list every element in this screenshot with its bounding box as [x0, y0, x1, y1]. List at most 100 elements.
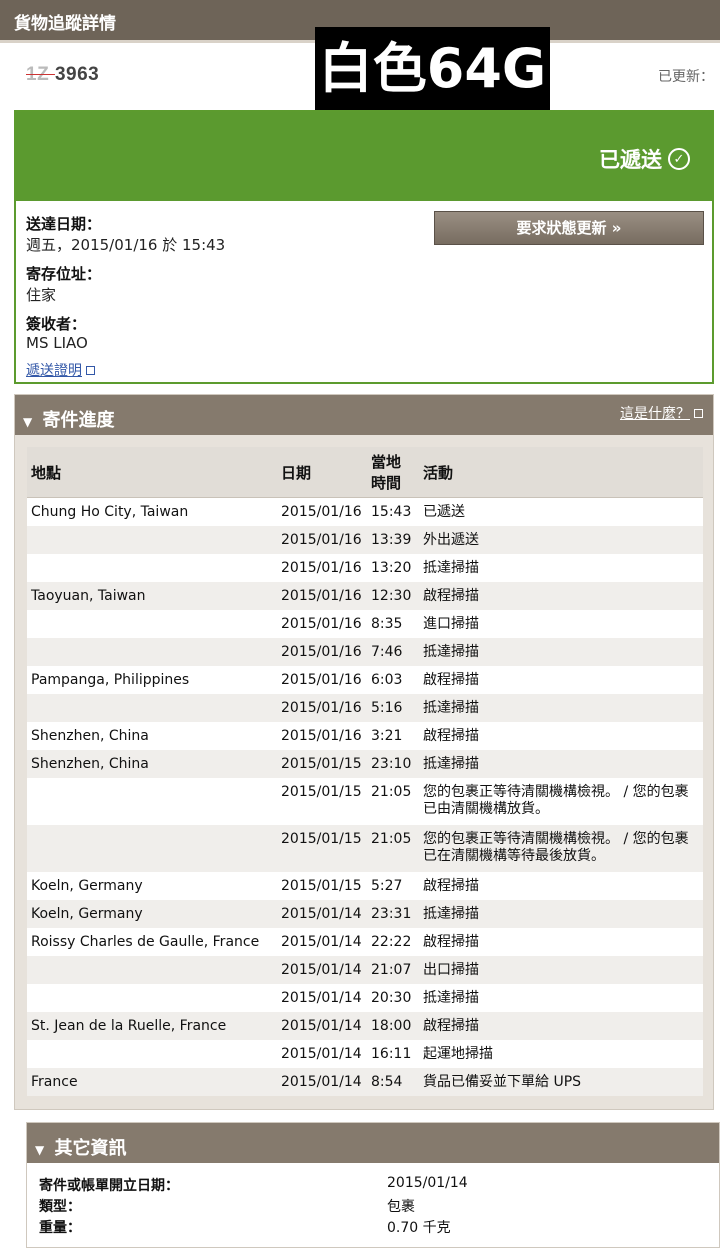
cell-activity: 啟程掃描	[423, 877, 479, 894]
external-window-icon	[86, 365, 95, 375]
table-row: 2015/01/16 8:35 進口掃描	[27, 610, 703, 638]
cell-time: 7:46	[367, 637, 419, 666]
table-row: Shenzhen, China 2015/01/15 23:10 抵達掃描	[27, 749, 703, 778]
cell-date: 2015/01/15	[281, 877, 362, 894]
info-label: 重量：	[39, 1220, 81, 1236]
cell-time: 16:11	[371, 1045, 412, 1062]
cell-location: Chung Ho City, Taiwan	[31, 504, 189, 520]
delivery-status: 已遞送 ✓	[599, 144, 690, 174]
info-label: 類型：	[39, 1199, 81, 1215]
cell-activity: 啟程掃描	[423, 671, 479, 688]
cell-activity: 貨品已備妥並下單給 UPS	[419, 1067, 703, 1096]
status-banner: 已遞送 ✓	[16, 112, 712, 201]
cell-time: 6:03	[371, 671, 403, 688]
overlay-caption: 白色64G	[315, 27, 550, 111]
shipment-progress-title: 寄件進度	[42, 410, 115, 431]
cell-time: 12:30	[367, 581, 419, 610]
table-header-row: 地點 日期 當地時間 活動	[27, 447, 703, 498]
cell-activity: 起運地掃描	[423, 1045, 493, 1062]
other-info-header[interactable]: ▼ 其它資訊	[27, 1123, 719, 1163]
left-at-value: 住家	[26, 286, 57, 304]
table-row: 2015/01/16 13:39 外出遞送	[27, 525, 703, 554]
table-row: Chung Ho City, Taiwan 2015/01/16 15:43 已遞送	[27, 498, 703, 526]
table-row: Koeln, Germany 2015/01/14 23:31 抵達掃描	[27, 899, 703, 928]
cell-time: 22:22	[371, 933, 412, 950]
table-row: 2015/01/16 13:20 抵達掃描	[27, 554, 703, 582]
cell-time: 15:43	[371, 504, 412, 520]
cell-date: 2015/01/16	[277, 637, 367, 666]
cell-date: 2015/01/16	[281, 559, 362, 576]
cell-time: 21:05	[367, 824, 419, 872]
cell-date: 2015/01/16	[277, 525, 367, 554]
tracking-events-table: 地點 日期 當地時間 活動 Chung Ho City, Taiwan 2015/…	[27, 447, 703, 1096]
table-row: 2015/01/15 21:05 您的包裹正等待清關機構檢視。 / 您的包裹已由清關…	[27, 778, 703, 825]
table-row: 2015/01/16 7:46 抵達掃描	[27, 637, 703, 666]
cell-location: Shenzhen, China	[31, 727, 149, 744]
table-row: Pampanga, Philippines 2015/01/16 6:03 啟程掃描	[27, 666, 703, 694]
cell-location	[27, 955, 277, 984]
cell-location	[27, 984, 277, 1012]
info-value: 0.70 千克	[387, 1220, 451, 1236]
table-row: France 2015/01/14 8:54 貨品已備妥並下單給 UPS	[27, 1067, 703, 1096]
cell-time: 20:30	[371, 989, 412, 1006]
column-local-time: 當地時間	[367, 447, 419, 498]
cell-date: 2015/01/16	[277, 581, 367, 610]
cell-date: 2015/01/14	[277, 955, 367, 984]
table-row: Roissy Charles de Gaulle, France 2015/01/…	[27, 928, 703, 956]
cell-activity: 已遞送	[423, 504, 465, 520]
cell-date: 2015/01/14	[277, 1067, 367, 1096]
info-row-weight: 重量： 0.70 千克	[39, 1217, 719, 1238]
left-at-label: 寄存位址：	[26, 265, 102, 283]
shipment-progress-header[interactable]: ▼ 寄件進度 這是什麼？	[15, 395, 713, 435]
cell-date: 2015/01/15	[281, 783, 362, 800]
cell-date: 2015/01/14	[277, 899, 367, 928]
cell-time: 13:20	[371, 559, 412, 576]
popup-icon	[694, 409, 703, 418]
cell-location	[27, 693, 277, 722]
cell-time: 18:00	[367, 1011, 419, 1040]
cell-location: Koeln, Germany	[27, 899, 277, 928]
info-row-ship-date: 寄件或帳單開立日期： 2015/01/14	[39, 1175, 719, 1196]
cell-time: 8:54	[367, 1067, 419, 1096]
cell-date: 2015/01/14	[281, 989, 362, 1006]
caret-down-icon: ▼	[35, 1143, 45, 1157]
cell-location	[27, 554, 277, 582]
cell-time: 5:27	[371, 877, 403, 894]
cell-activity: 您的包裹正等待清關機構檢視。 / 您的包裹已由清關機構放貨。	[423, 783, 689, 817]
table-row: St. Jean de la Ruelle, France 2015/01/14 1…	[27, 1011, 703, 1040]
cell-date: 2015/01/16	[281, 504, 362, 520]
status-details: 送達日期： 週五，2015/01/16 於 15:43 寄存位址： 住家 簽收者…	[16, 201, 712, 380]
tracking-number-masked: 1Z	[26, 64, 55, 85]
cell-date: 2015/01/15	[277, 824, 367, 872]
cell-activity: 抵達掃描	[419, 899, 703, 928]
check-circle-icon: ✓	[668, 148, 690, 170]
column-location: 地點	[27, 447, 277, 498]
table-row: Taoyuan, Taiwan 2015/01/16 12:30 啟程掃描	[27, 581, 703, 610]
delivery-status-card: 已遞送 ✓ 送達日期： 週五，2015/01/16 於 15:43 寄存位址： …	[14, 110, 714, 384]
cell-activity: 進口掃描	[423, 615, 479, 632]
help-link[interactable]: 這是什麼？	[620, 403, 703, 423]
cell-activity: 抵達掃描	[423, 989, 479, 1006]
cell-location	[27, 525, 277, 554]
updated-label: 已更新：	[658, 69, 714, 85]
info-label: 寄件或帳單開立日期：	[39, 1178, 179, 1194]
table-row: 2015/01/14 20:30 抵達掃描	[27, 984, 703, 1012]
column-activity: 活動	[419, 447, 703, 498]
cell-time: 21:07	[367, 955, 419, 984]
cell-activity: 出口掃描	[419, 955, 703, 984]
cell-activity: 啟程掃描	[423, 727, 479, 744]
cell-date: 2015/01/14	[281, 933, 362, 950]
other-info-list: 寄件或帳單開立日期： 2015/01/14 類型： 包裹 重量： 0.70 千克	[27, 1163, 719, 1238]
proof-of-delivery-link[interactable]: 遞送證明	[26, 360, 712, 380]
help-link-text: 這是什麼？	[620, 406, 690, 422]
cell-location: Pampanga, Philippines	[31, 671, 190, 688]
cell-location	[27, 637, 277, 666]
table-row: 2015/01/16 5:16 抵達掃描	[27, 693, 703, 722]
cell-location: France	[27, 1067, 277, 1096]
cell-activity: 抵達掃描	[419, 637, 703, 666]
request-status-update-button[interactable]: 要求狀態更新 »	[434, 211, 704, 245]
cell-time: 13:39	[367, 525, 419, 554]
cell-activity: 抵達掃描	[419, 693, 703, 722]
cell-date: 2015/01/14	[277, 1011, 367, 1040]
delivery-status-text: 已遞送	[599, 148, 662, 172]
